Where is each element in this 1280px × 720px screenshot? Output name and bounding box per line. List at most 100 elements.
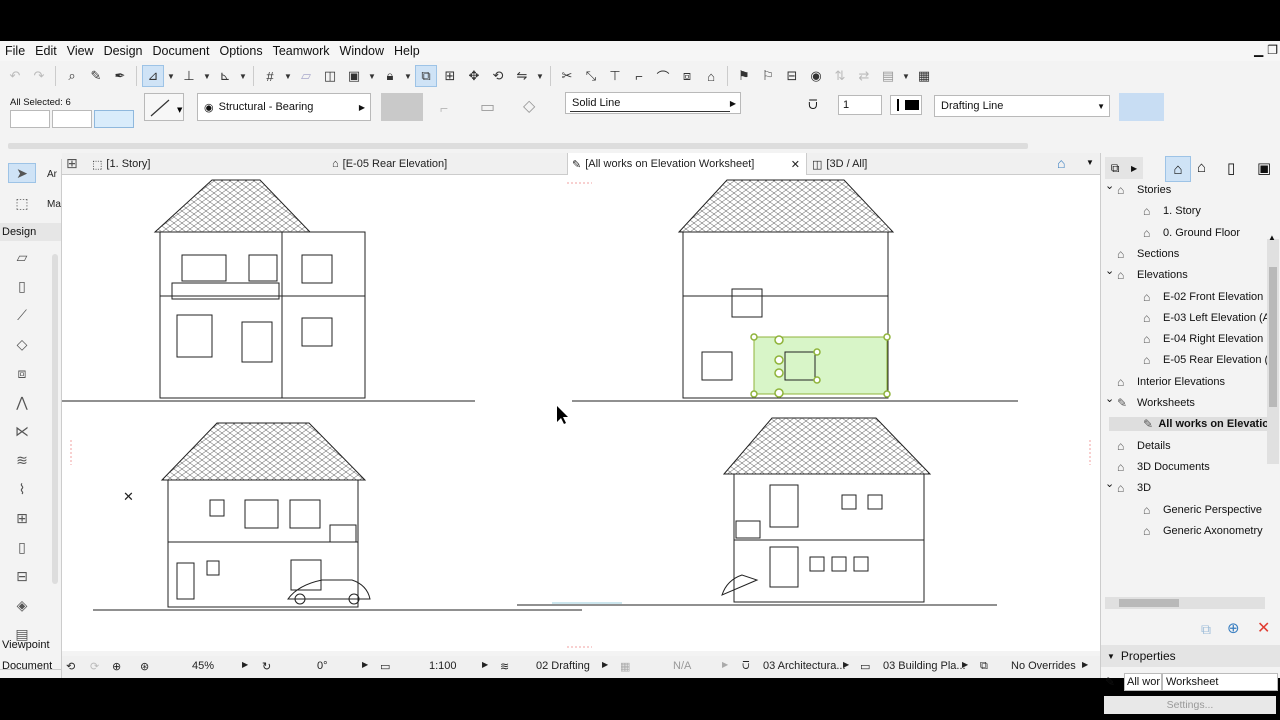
grid-icon[interactable]: # <box>259 65 281 87</box>
roof-icon[interactable]: ⌂ <box>700 65 722 87</box>
snap-guides-icon[interactable]: ⊥ <box>178 65 200 87</box>
tree-scrollbar[interactable]: ▲ <box>1267 233 1279 464</box>
drag-icon[interactable]: ✥ <box>463 65 485 87</box>
beam-tool-icon[interactable]: ⟋ <box>8 305 36 325</box>
chevron-right-icon[interactable]: ▶ <box>962 660 968 669</box>
tree-item[interactable]: ⌂ E-02 Front Elevation (A <box>1143 290 1267 304</box>
dimension-icon[interactable]: ⊞ <box>439 65 461 87</box>
overrides-value[interactable]: No Overrides <box>1011 660 1076 672</box>
hscrollbar-thumb[interactable] <box>1119 599 1179 607</box>
renovation-icon[interactable]: ⧉ <box>980 660 988 673</box>
document-label[interactable]: Document <box>2 660 52 672</box>
zoom-in-icon[interactable]: ⊕ <box>112 660 121 673</box>
chevron-right-icon[interactable]: ▶ <box>1082 660 1088 669</box>
fillet-icon[interactable]: ⌒ <box>652 65 674 87</box>
model-view-icon[interactable]: ▭ <box>860 660 870 673</box>
undo-icon[interactable]: ↶ <box>4 65 26 87</box>
chevron-up-icon[interactable]: ▲ <box>1268 233 1276 242</box>
intersect-icon[interactable]: ⊤ <box>604 65 626 87</box>
expand-chevron-icon[interactable]: ⌄ <box>1105 183 1114 192</box>
tree-item[interactable]: ⌂ 0. Ground Floor <box>1143 226 1240 240</box>
chevron-right-icon[interactable]: ▶ <box>722 660 728 669</box>
menu-help[interactable]: Help <box>389 44 425 58</box>
layer-select[interactable]: Drafting Line ▼ <box>934 95 1110 117</box>
chevron-right-icon[interactable]: ▶ <box>242 660 248 669</box>
publisher-sets-icon[interactable]: ▣ <box>1257 159 1271 177</box>
door-tool-icon[interactable]: ▯ <box>8 537 36 557</box>
pen-set-value[interactable]: 03 Architectura... <box>763 660 846 672</box>
structure-select[interactable]: ◉ Structural - Bearing ▶ <box>197 93 371 121</box>
scrollbar-thumb[interactable] <box>1269 267 1277 407</box>
reference-line-select[interactable] <box>52 110 92 128</box>
railing-tool-icon[interactable]: ⌇ <box>8 479 36 499</box>
find-select-icon[interactable]: ⌕ <box>61 65 83 87</box>
tree-item[interactable]: ⌂ E-04 Right Elevation (A <box>1143 332 1267 346</box>
pick-up-icon[interactable]: ✎ <box>85 65 107 87</box>
minimize-icon[interactable]: ▁ <box>1254 43 1263 57</box>
geometry-method-select[interactable] <box>10 110 50 128</box>
tab-3d-all[interactable]: ◫ [3D / All] <box>812 153 867 175</box>
publish-icon[interactable]: ▦ <box>913 65 935 87</box>
grid-view-icon[interactable]: ⊞ <box>66 155 78 172</box>
elevation-drawings[interactable]: ✕ <box>62 175 1100 651</box>
scale-value[interactable]: 1:100 <box>429 660 457 672</box>
tree-item[interactable]: ⌂ Generic Perspective <box>1143 503 1262 517</box>
window-tool-icon[interactable]: ⊟ <box>8 566 36 586</box>
menu-window[interactable]: Window <box>335 44 389 58</box>
lock-icon[interactable]: 🔒︎ <box>379 65 401 87</box>
tree-item[interactable]: ⌂ E-05 Rear Elevation (A <box>1143 353 1267 367</box>
rectangle-icon[interactable]: ▭ <box>480 97 495 117</box>
graphic-override-icon[interactable]: ▦ <box>620 660 630 673</box>
chevron-down-icon[interactable]: ▼ <box>367 72 377 81</box>
chevron-down-icon[interactable]: ▼ <box>403 72 413 81</box>
expand-chevron-icon[interactable]: ⌄ <box>1105 264 1114 277</box>
selected-worksheet-elements[interactable] <box>750 333 891 398</box>
suspend-groups-icon[interactable]: ⧉ <box>415 65 437 87</box>
navigator-mode-select[interactable]: ⧉ ▶ <box>1105 157 1143 179</box>
elevation-left[interactable] <box>93 422 582 611</box>
menu-view[interactable]: View <box>62 44 99 58</box>
expand-chevron-icon[interactable]: ⌄ <box>1105 392 1114 405</box>
render-icon[interactable]: ◉ <box>805 65 827 87</box>
column-tool-icon[interactable]: ▯ <box>8 276 36 296</box>
rotated-rectangle-icon[interactable]: ◇ <box>523 96 535 116</box>
offset-icon[interactable]: ⧈ <box>676 65 698 87</box>
chevron-down-icon[interactable]: ▼ <box>238 72 248 81</box>
close-icon[interactable]: ✕ <box>791 158 800 171</box>
element-color-swatch[interactable] <box>94 110 134 128</box>
properties-name-field[interactable]: All wor <box>1124 673 1162 691</box>
layers-icon[interactable]: ≋ <box>500 660 509 673</box>
design-section-header[interactable]: Design <box>0 223 61 241</box>
tree-item[interactable]: ⌂ Interior Elevations <box>1117 375 1225 389</box>
layout-icon[interactable]: ▤ <box>877 65 899 87</box>
view-options-icon[interactable]: ⌂ <box>1057 155 1065 171</box>
pen-set-icon[interactable]: ⩂ <box>742 660 750 673</box>
elevation-right[interactable] <box>517 417 997 606</box>
tree-item[interactable]: ⌂ Sections <box>1117 247 1179 261</box>
model-view-value[interactable]: 03 Building Pla... <box>883 660 966 672</box>
menu-teamwork[interactable]: Teamwork <box>268 44 335 58</box>
teamwork-receive-icon[interactable]: ⇄ <box>853 65 875 87</box>
markup-icon[interactable]: ⚐ <box>757 65 779 87</box>
chevron-right-icon[interactable]: ▶ <box>602 660 608 669</box>
tree-item[interactable]: ⌂ Generic Axonometry <box>1143 524 1263 538</box>
menu-edit[interactable]: Edit <box>30 44 62 58</box>
new-view-icon[interactable]: ⊕ <box>1227 619 1240 637</box>
drawing-canvas[interactable]: ✕ <box>62 175 1100 651</box>
tree-item[interactable]: ⌂ Details <box>1117 439 1171 453</box>
trim-icon[interactable]: ⌐ <box>628 65 650 87</box>
clone-folder-icon[interactable]: ⧉ <box>1201 621 1211 638</box>
line-direction-select[interactable]: ▼ <box>144 93 184 121</box>
layout-book-icon[interactable]: ▯ <box>1227 159 1235 177</box>
redo-icon[interactable]: ↷ <box>28 65 50 87</box>
view-map-icon[interactable]: ⌂ <box>1197 159 1206 176</box>
override-swatch[interactable] <box>1119 93 1164 121</box>
zoom-value[interactable]: 45% <box>192 660 214 672</box>
tree-item[interactable]: ⌂ 1. Story <box>1143 204 1201 218</box>
scale-icon[interactable]: ▭ <box>380 660 390 673</box>
expand-chevron-icon[interactable]: ⌄ <box>1105 477 1114 490</box>
menu-document[interactable]: Document <box>148 44 215 58</box>
trace-icon[interactable]: ▱ <box>295 65 317 87</box>
chevron-down-icon[interactable]: ▼ <box>283 72 293 81</box>
tree-item[interactable]: ⌄ ✎ Worksheets <box>1105 393 1195 410</box>
